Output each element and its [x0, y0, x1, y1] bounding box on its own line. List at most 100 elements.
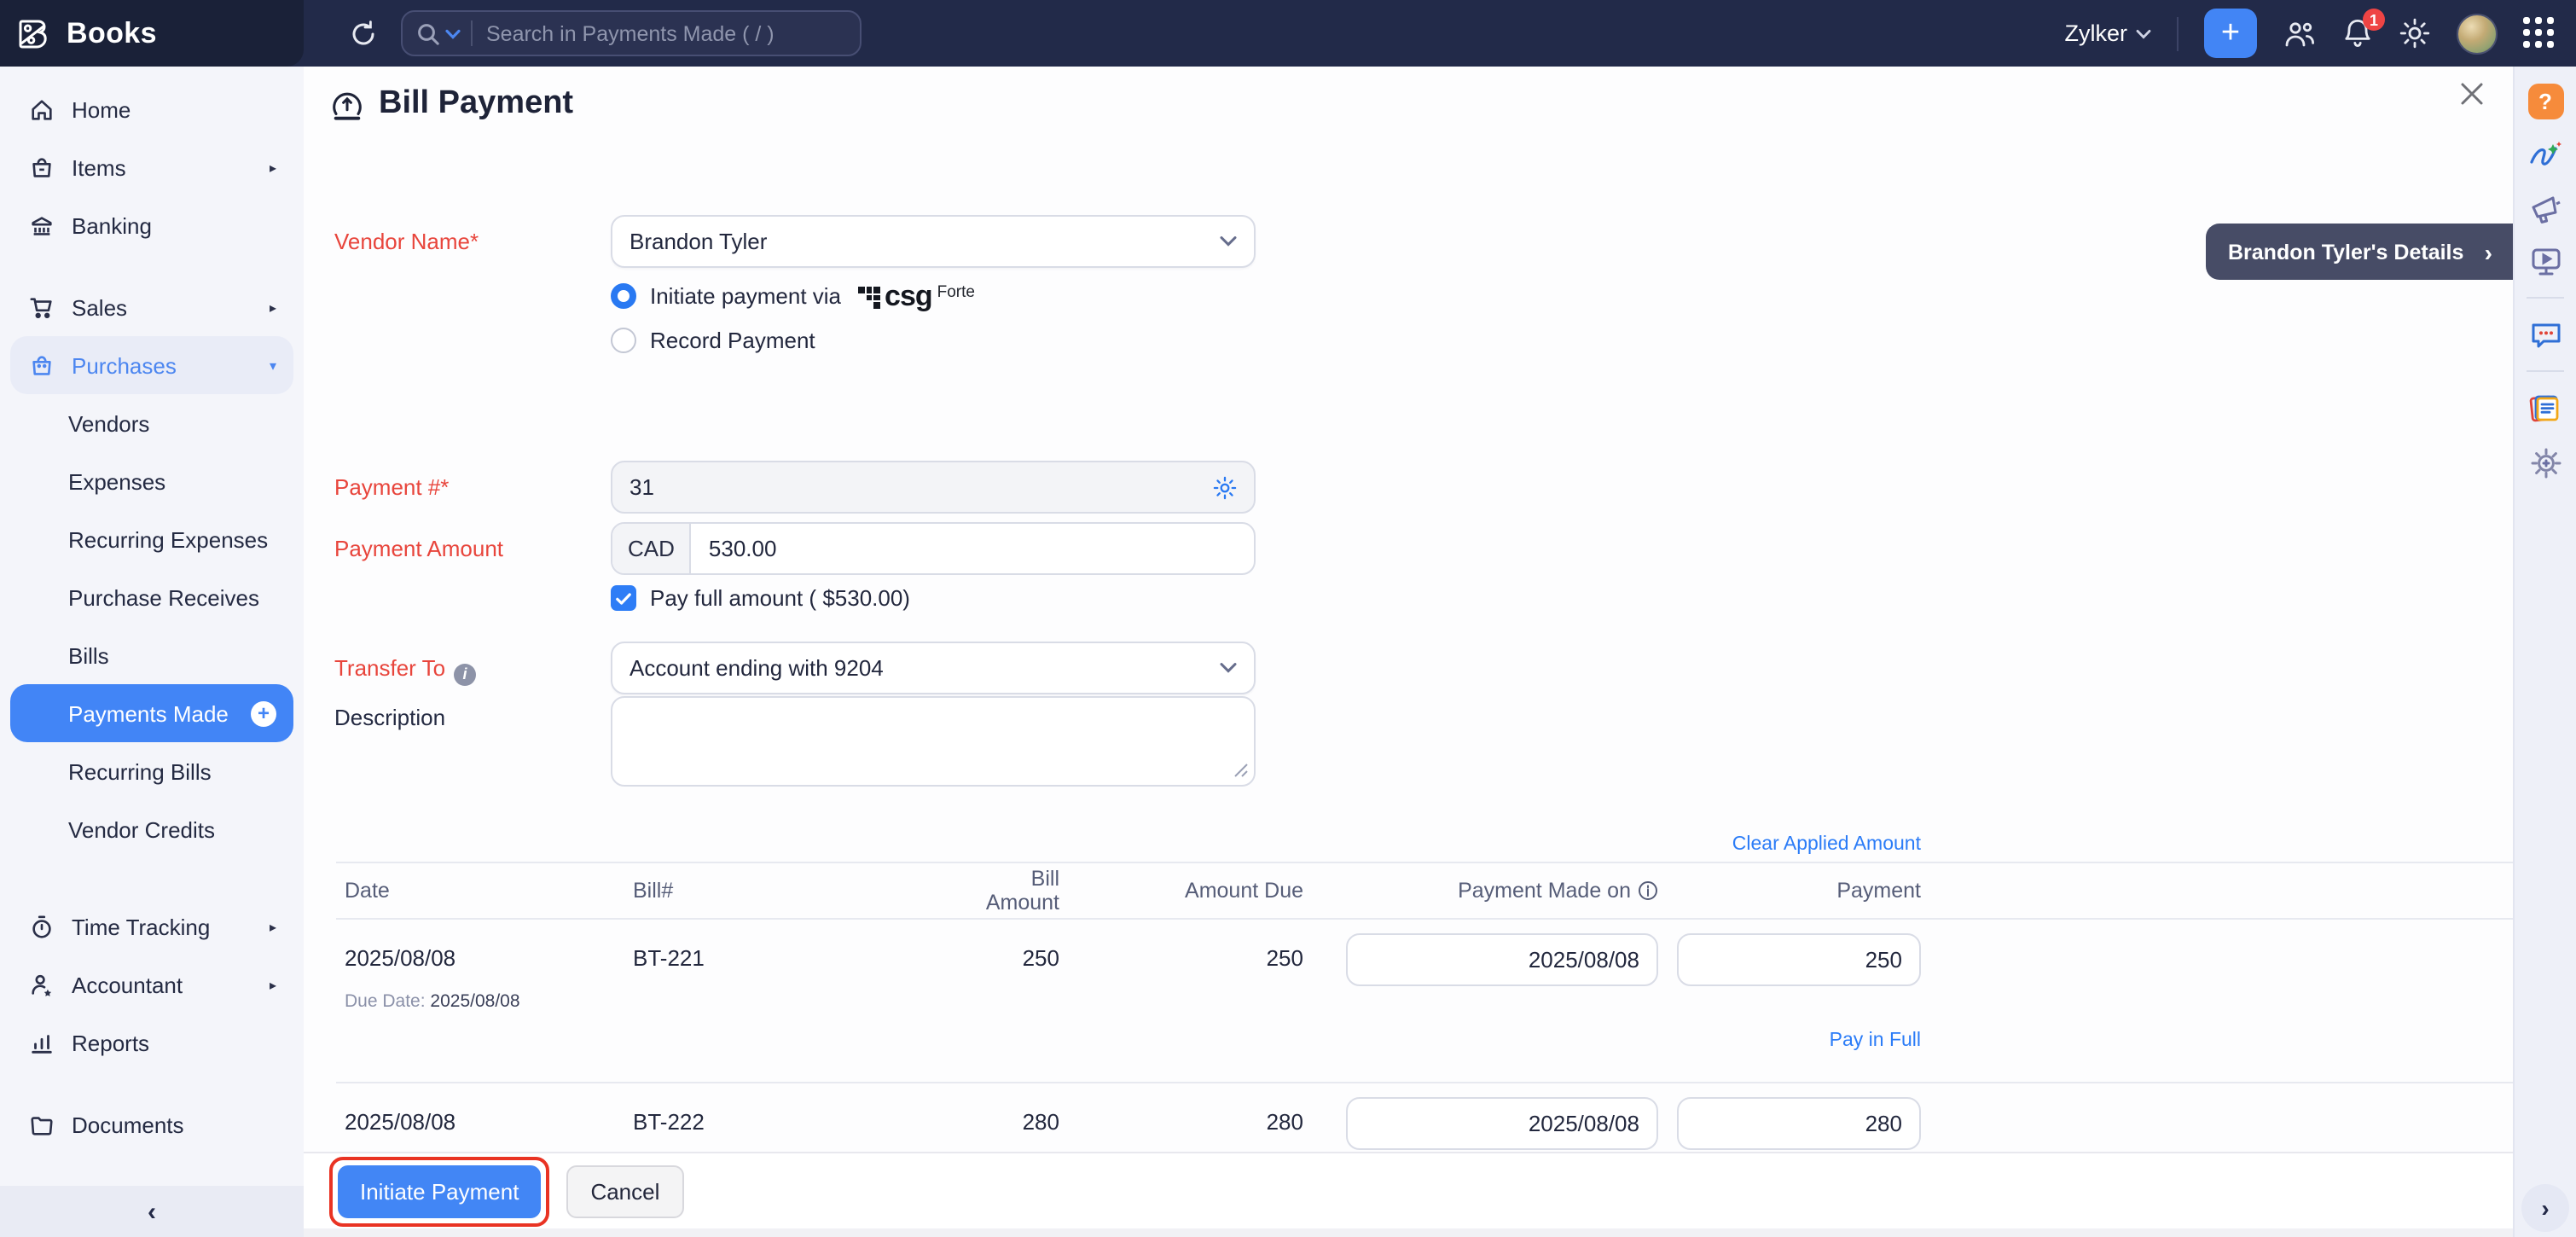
due-date: 2025/08/08	[430, 991, 519, 1012]
payment-number-settings-gear-icon[interactable]	[1211, 473, 1239, 501]
product-name: Books	[67, 16, 157, 50]
add-payment-icon[interactable]: +	[251, 700, 276, 726]
payment-amount-input[interactable]	[692, 536, 1254, 561]
payment-amount-label: Payment Amount	[334, 536, 503, 561]
initiate-payment-radio[interactable]: Initiate payment via csg Forte	[611, 282, 975, 311]
vendor-select[interactable]: Brandon Tyler	[611, 215, 1256, 268]
sidebar-label: Purchases	[72, 352, 177, 378]
sidebar-item-home[interactable]: Home	[10, 80, 293, 138]
search-icon	[416, 21, 440, 45]
apps-grid-icon[interactable]	[2523, 17, 2556, 49]
zia-assistant-icon[interactable]	[2527, 138, 2564, 172]
pay-in-full-link[interactable]: Pay in Full	[1830, 1031, 1921, 1051]
col-header-amount-due: Amount Due	[1059, 879, 1303, 903]
initiate-payment-button[interactable]: Initiate Payment	[338, 1164, 541, 1217]
sidebar-item-time-tracking[interactable]: Time Tracking ▸	[10, 897, 293, 955]
chevron-right-icon: ▸	[270, 919, 276, 934]
vendor-details-button[interactable]: Brandon Tyler's Details ›	[2206, 224, 2513, 280]
bank-icon	[27, 212, 55, 238]
info-icon: i	[454, 663, 476, 685]
sidebar-item-payments-made[interactable]: Payments Made +	[10, 684, 293, 742]
topbar: Books Zylker +	[0, 0, 2576, 67]
annotation-highlight-box: Initiate Payment	[329, 1156, 549, 1226]
user-avatar[interactable]	[2457, 13, 2498, 54]
notifications-bell-icon[interactable]: 1	[2342, 17, 2373, 49]
payment-input[interactable]	[1677, 933, 1921, 986]
search-scope-chevron-icon[interactable]	[445, 28, 461, 38]
chevron-right-icon: ▸	[270, 160, 276, 175]
sidebar-item-recurring-bills[interactable]: Recurring Bills	[10, 742, 293, 800]
org-name: Zylker	[2065, 20, 2128, 46]
clear-applied-amount-link[interactable]: Clear Applied Amount	[1732, 834, 1921, 855]
sidebar-item-sales[interactable]: Sales ▸	[10, 278, 293, 336]
integrations-gear-icon[interactable]	[2527, 445, 2563, 481]
record-payment-radio-label: Record Payment	[650, 328, 815, 353]
sidebar-label: Documents	[72, 1112, 184, 1137]
sidebar-label: Recurring Expenses	[68, 526, 268, 552]
table-row: 2025/08/08 Due Date: 2025/08/08 BT-221 2…	[336, 920, 2515, 1082]
sidebar-item-banking[interactable]: Banking	[10, 196, 293, 254]
caret-down-icon: ▾	[270, 357, 276, 373]
sidebar-item-reports[interactable]: Reports	[10, 1013, 293, 1071]
vendor-details-label: Brandon Tyler's Details	[2228, 240, 2463, 264]
chat-feedback-icon[interactable]	[2527, 317, 2563, 351]
sidebar-collapse-button[interactable]: ‹	[0, 1186, 304, 1237]
bill-amount: 280	[957, 1097, 1059, 1135]
bills-table-header: Date Bill# Bill Amount Amount Due Paymen…	[336, 863, 2515, 918]
pay-full-amount-checkbox[interactable]: Pay full amount ( $530.00)	[611, 585, 910, 611]
collapse-chevron-icon: ‹	[148, 1197, 156, 1226]
help-icon[interactable]: ?	[2527, 84, 2563, 119]
transfer-to-label: Transfer Toi	[334, 655, 476, 685]
description-textarea[interactable]	[611, 696, 1256, 787]
bill-date: 2025/08/08	[345, 1097, 633, 1135]
sidebar-item-accountant[interactable]: Accountant ▸	[10, 955, 293, 1013]
sidebar-item-bills[interactable]: Bills	[10, 626, 293, 684]
sidebar-item-vendors[interactable]: Vendors	[10, 394, 293, 452]
books-logo-icon	[15, 15, 53, 52]
due-date-prefix: Due Date:	[345, 991, 426, 1012]
settings-gear-icon[interactable]	[2399, 17, 2431, 49]
payment-made-on-input[interactable]	[1346, 933, 1658, 986]
announcements-megaphone-icon[interactable]	[2527, 191, 2563, 225]
video-tutorials-icon[interactable]	[2527, 244, 2563, 278]
org-selector[interactable]: Zylker	[2065, 20, 2152, 46]
payment-input[interactable]	[1677, 1097, 1921, 1150]
bill-payment-panel: Bill Payment Vendor Name* Brandon Tyler …	[304, 67, 2513, 1237]
users-icon[interactable]	[2283, 18, 2317, 49]
csg-logo-text: csg	[885, 282, 932, 311]
home-icon	[27, 96, 55, 122]
transfer-to-select[interactable]: Account ending with 9204	[611, 642, 1256, 694]
quick-create-button[interactable]: +	[2204, 9, 2257, 58]
payment-number-label: Payment #*	[334, 474, 449, 500]
sidebar-label: Sales	[72, 294, 127, 320]
bar-chart-icon	[27, 1030, 55, 1055]
sidebar-item-vendor-credits[interactable]: Vendor Credits	[10, 800, 293, 858]
sidebar-item-purchase-receives[interactable]: Purchase Receives	[10, 568, 293, 626]
record-payment-radio[interactable]: Record Payment	[611, 328, 815, 353]
search-input[interactable]	[486, 21, 846, 45]
cancel-button[interactable]: Cancel	[566, 1164, 683, 1217]
expand-chevron-icon[interactable]: ›	[2521, 1184, 2569, 1232]
payment-made-on-input[interactable]	[1346, 1097, 1658, 1150]
bill-number: BT-222	[633, 1097, 957, 1135]
transfer-to-value: Account ending with 9204	[629, 655, 884, 681]
sidebar-item-purchases[interactable]: Purchases ▾	[10, 336, 293, 394]
form-footer: Initiate Payment Cancel	[304, 1152, 2513, 1237]
pay-full-amount-label: Pay full amount ( $530.00)	[650, 585, 910, 611]
app-window: Books Zylker +	[0, 0, 2576, 1237]
col-header-payment: Payment	[1658, 879, 1921, 903]
close-icon[interactable]	[2458, 80, 2486, 107]
sidebar-item-recurring-expenses[interactable]: Recurring Expenses	[10, 510, 293, 568]
bag-icon	[27, 352, 55, 378]
resources-docs-icon[interactable]	[2527, 391, 2564, 427]
global-search[interactable]	[401, 10, 862, 56]
csg-mark-icon	[858, 287, 879, 308]
sidebar-item-expenses[interactable]: Expenses	[10, 452, 293, 510]
sidebar-item-documents[interactable]: Documents	[10, 1095, 293, 1153]
payment-number-input[interactable]	[612, 474, 1211, 500]
folder-icon	[27, 1112, 55, 1137]
sidebar-item-items[interactable]: Items ▸	[10, 138, 293, 196]
col-header-date: Date	[336, 879, 633, 903]
sidebar-label: Time Tracking	[72, 914, 210, 939]
refresh-icon[interactable]	[348, 18, 379, 49]
